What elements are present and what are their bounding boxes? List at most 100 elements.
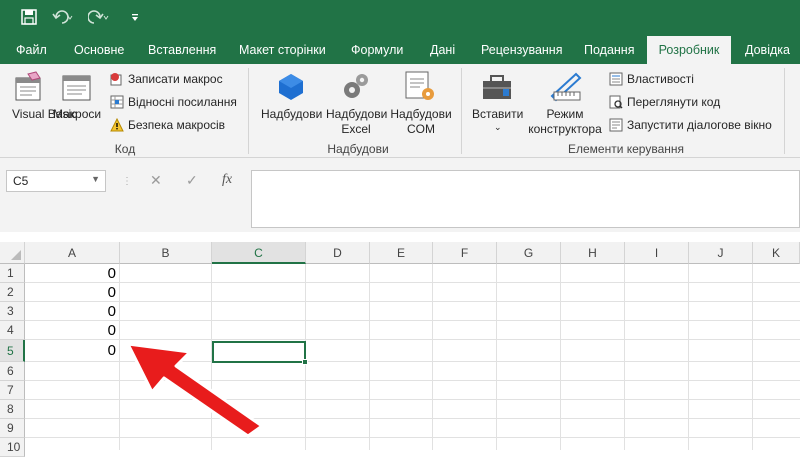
select-all-corner[interactable]: [0, 242, 25, 264]
row-header-9[interactable]: 9: [0, 419, 25, 438]
view-code-icon: [609, 95, 623, 112]
redo-icon[interactable]: [87, 8, 110, 28]
column-header-c[interactable]: C: [212, 242, 306, 264]
grid-column-line: [496, 264, 497, 450]
cell-a4[interactable]: 0: [25, 321, 120, 340]
grid-column-line: [624, 264, 625, 450]
macros-icon: [62, 70, 92, 105]
group-divider: [248, 68, 249, 154]
chevron-down-icon[interactable]: ▼: [91, 174, 100, 184]
group-divider: [461, 68, 462, 154]
design-mode-icon: [550, 70, 582, 105]
excel-addins-label-1: Надбудови: [326, 107, 388, 121]
formula-input[interactable]: [251, 170, 800, 228]
row-header-5[interactable]: 5: [0, 340, 25, 362]
run-dialog-icon: [609, 118, 623, 135]
tab-view[interactable]: Подання: [584, 36, 634, 64]
enter-icon[interactable]: ✓: [186, 172, 198, 189]
tab-insert[interactable]: Вставлення: [148, 36, 216, 64]
column-header-e[interactable]: E: [370, 242, 433, 264]
name-box[interactable]: C5 ▼: [6, 170, 106, 192]
grid-column-line: [688, 264, 689, 450]
insert-function-icon[interactable]: fx: [222, 172, 232, 188]
excel-addins-label-2: Excel: [341, 122, 371, 136]
design-mode-label-2: конструктора: [528, 122, 602, 136]
grid-column-line: [560, 264, 561, 450]
column-header-i[interactable]: I: [625, 242, 689, 264]
grid-row-line: [25, 320, 800, 321]
chevron-down-icon: ⌄: [494, 122, 502, 132]
visual-basic-label: Visual Basic: [12, 107, 78, 121]
column-header-h[interactable]: H: [561, 242, 625, 264]
relative-refs-label: Відносні посилання: [128, 95, 237, 109]
tab-review[interactable]: Рецензування: [481, 36, 562, 64]
grid-column-line: [752, 264, 753, 450]
row-header-4[interactable]: 4: [0, 321, 25, 340]
macro-security-label: Безпека макросів: [128, 118, 226, 132]
column-header-a[interactable]: A: [25, 242, 120, 264]
grid-row-line: [25, 282, 800, 283]
column-header-k[interactable]: K: [753, 242, 800, 264]
grid-column-line: [432, 264, 433, 450]
ribbon-tabs: Файл Основне Вставлення Макет сторінки Ф…: [0, 36, 800, 64]
visual-basic-icon: [14, 70, 44, 105]
cell-a2[interactable]: 0: [25, 283, 120, 302]
cell-a5[interactable]: 0: [25, 340, 120, 362]
ribbon-developer: Visual Basic Макроси Записати макрос Від…: [0, 64, 800, 158]
undo-icon[interactable]: [52, 8, 74, 28]
addins-label: Надбудови: [261, 107, 323, 121]
run-dialog-label: Запустити діалогове вікно: [627, 118, 772, 132]
formula-bar: C5 ▼ ⋮ ✕ ✓ fx: [0, 158, 800, 232]
customize-icon[interactable]: [130, 8, 140, 28]
tab-data[interactable]: Дані: [430, 36, 455, 64]
grid-column-line: [369, 264, 370, 450]
design-mode-label-1: Режим: [546, 107, 584, 121]
com-addins-label-1: Надбудови: [390, 107, 452, 121]
record-macro-icon: [110, 72, 124, 89]
grid-row-line: [25, 301, 800, 302]
view-code-label: Переглянути код: [627, 95, 721, 109]
gear-icon: [340, 70, 370, 105]
group-divider: [784, 68, 785, 154]
cell-a1[interactable]: 0: [25, 264, 120, 283]
cell-a3[interactable]: 0: [25, 302, 120, 321]
properties-label: Властивості: [627, 72, 694, 86]
com-addins-label-2: COM: [407, 122, 435, 136]
name-box-value: C5: [13, 174, 29, 188]
row-header-6[interactable]: 6: [0, 362, 25, 381]
tab-help[interactable]: Довідка: [745, 36, 790, 64]
properties-icon: [609, 72, 623, 89]
row-header-3[interactable]: 3: [0, 302, 25, 321]
row-header-1[interactable]: 1: [0, 264, 25, 283]
tab-home[interactable]: Основне: [74, 36, 124, 64]
macros-label: Макроси: [53, 107, 102, 121]
com-addins-icon: [404, 70, 436, 105]
group-label-addins: Надбудови: [327, 142, 389, 156]
formula-buttons: ✕ ✓ fx: [138, 170, 246, 192]
group-label-controls: Елементи керування: [567, 142, 685, 156]
red-arrow-annotation: [126, 342, 264, 438]
row-header-8[interactable]: 8: [0, 400, 25, 419]
column-header-j[interactable]: J: [689, 242, 753, 264]
record-macro-label: Записати макрос: [128, 72, 223, 86]
toolbox-icon: [481, 72, 513, 105]
group-label-code: Код: [114, 142, 136, 156]
fill-handle[interactable]: [302, 359, 308, 365]
column-header-g[interactable]: G: [497, 242, 561, 264]
title-bar: [0, 0, 800, 36]
formula-bar-grip: ⋮: [122, 176, 132, 187]
row-header-7[interactable]: 7: [0, 381, 25, 400]
column-header-b[interactable]: B: [120, 242, 212, 264]
tab-formulas[interactable]: Формули: [351, 36, 403, 64]
relative-refs-icon: [110, 95, 124, 112]
column-header-d[interactable]: D: [306, 242, 370, 264]
tab-file[interactable]: Файл: [16, 36, 47, 64]
warning-icon: [110, 117, 124, 135]
save-icon[interactable]: [20, 8, 38, 28]
cancel-icon[interactable]: ✕: [150, 172, 162, 189]
tab-page-layout[interactable]: Макет сторінки: [239, 36, 326, 64]
row-header-10[interactable]: 10: [0, 438, 25, 457]
row-header-2[interactable]: 2: [0, 283, 25, 302]
column-header-f[interactable]: F: [433, 242, 497, 264]
tab-developer[interactable]: Розробник: [647, 36, 731, 64]
